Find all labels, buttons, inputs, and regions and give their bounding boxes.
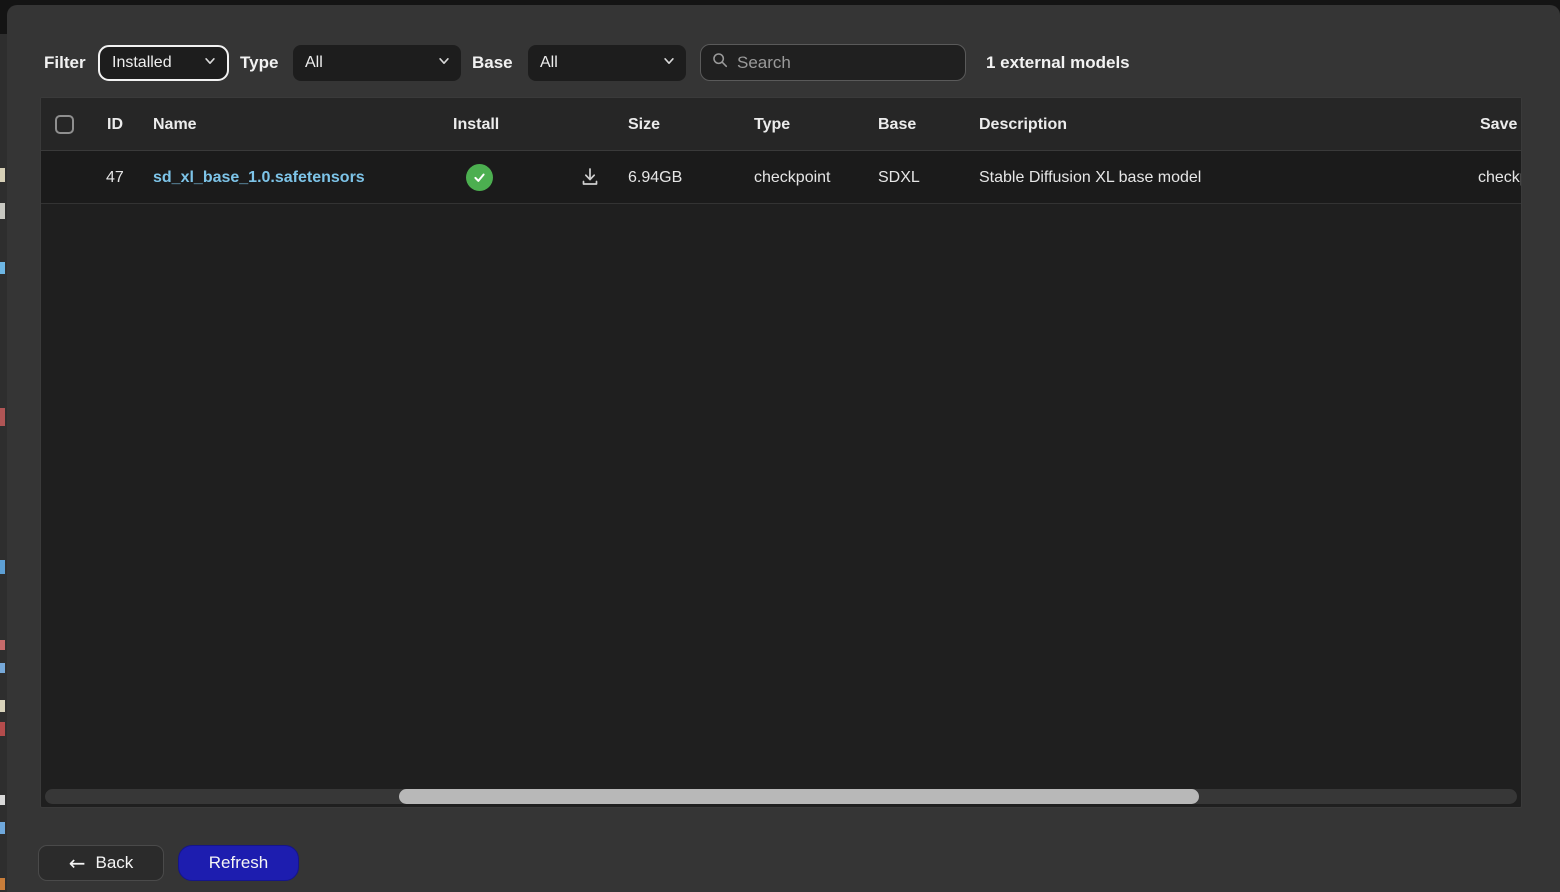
model-description: Stable Diffusion XL base model bbox=[979, 151, 1201, 204]
column-header-base: Base bbox=[878, 98, 916, 151]
horizontal-scrollbar-thumb[interactable] bbox=[399, 789, 1199, 804]
background-fragment bbox=[0, 408, 5, 426]
chevron-down-icon bbox=[662, 54, 676, 73]
installed-check-icon bbox=[466, 164, 493, 191]
model-type: checkpoint bbox=[754, 151, 831, 204]
background-fragment bbox=[0, 795, 5, 805]
chevron-down-icon bbox=[203, 54, 217, 73]
select-all-checkbox[interactable] bbox=[55, 115, 74, 134]
background-fragment bbox=[0, 878, 5, 890]
back-button[interactable]: ← Back bbox=[38, 845, 164, 881]
background-fragment bbox=[0, 168, 5, 182]
type-select[interactable]: All bbox=[293, 45, 461, 81]
type-label: Type bbox=[240, 44, 278, 82]
filter-label: Filter bbox=[44, 44, 86, 82]
model-name-link[interactable]: sd_xl_base_1.0.safetensors bbox=[153, 169, 365, 187]
filter-select-value: Installed bbox=[112, 54, 172, 72]
filter-toolbar: Filter Installed Type All Base All bbox=[7, 44, 1560, 82]
refresh-button[interactable]: Refresh bbox=[178, 845, 299, 881]
base-label: Base bbox=[472, 44, 513, 82]
model-id: 47 bbox=[106, 151, 124, 204]
column-header-save: Save bbox=[1480, 98, 1517, 151]
search-input[interactable] bbox=[737, 53, 937, 73]
left-arrow-icon: ← bbox=[69, 853, 86, 873]
models-table: ID Name Install Size Type Base Descripti… bbox=[40, 97, 1522, 808]
table-header-row: ID Name Install Size Type Base Descripti… bbox=[41, 98, 1521, 151]
background-fragment bbox=[0, 700, 5, 712]
search-icon bbox=[711, 51, 729, 74]
column-header-name: Name bbox=[153, 98, 197, 151]
base-select[interactable]: All bbox=[528, 45, 686, 81]
filter-select[interactable]: Installed bbox=[98, 45, 229, 81]
chevron-down-icon bbox=[437, 54, 451, 73]
column-header-size: Size bbox=[628, 98, 660, 151]
model-manager-dialog: Filter Installed Type All Base All bbox=[7, 5, 1560, 892]
background-fragment bbox=[0, 203, 5, 219]
background-fragment bbox=[0, 560, 5, 574]
refresh-button-label: Refresh bbox=[209, 853, 269, 873]
background-page-strip bbox=[0, 34, 7, 892]
search-box bbox=[700, 44, 966, 81]
background-fragment bbox=[0, 262, 5, 274]
base-select-value: All bbox=[540, 54, 558, 72]
column-header-description: Description bbox=[979, 98, 1067, 151]
type-select-value: All bbox=[305, 54, 323, 72]
download-icon[interactable] bbox=[579, 166, 601, 188]
external-models-count: 1 external models bbox=[986, 44, 1130, 82]
column-header-id: ID bbox=[107, 98, 123, 151]
table-row: 47 sd_xl_base_1.0.safetensors 6.94GB che… bbox=[41, 151, 1521, 204]
background-fragment bbox=[0, 640, 5, 650]
horizontal-scrollbar-track[interactable] bbox=[45, 789, 1517, 804]
model-save-path: checkpoints bbox=[1478, 151, 1522, 204]
back-button-label: Back bbox=[95, 853, 133, 873]
model-base: SDXL bbox=[878, 151, 920, 204]
model-name-cell: sd_xl_base_1.0.safetensors bbox=[153, 151, 365, 204]
column-header-install: Install bbox=[453, 98, 499, 151]
background-fragment bbox=[0, 822, 5, 834]
background-fragment bbox=[0, 722, 5, 736]
background-fragment bbox=[0, 663, 5, 673]
column-header-type: Type bbox=[754, 98, 790, 151]
model-size: 6.94GB bbox=[628, 151, 682, 204]
